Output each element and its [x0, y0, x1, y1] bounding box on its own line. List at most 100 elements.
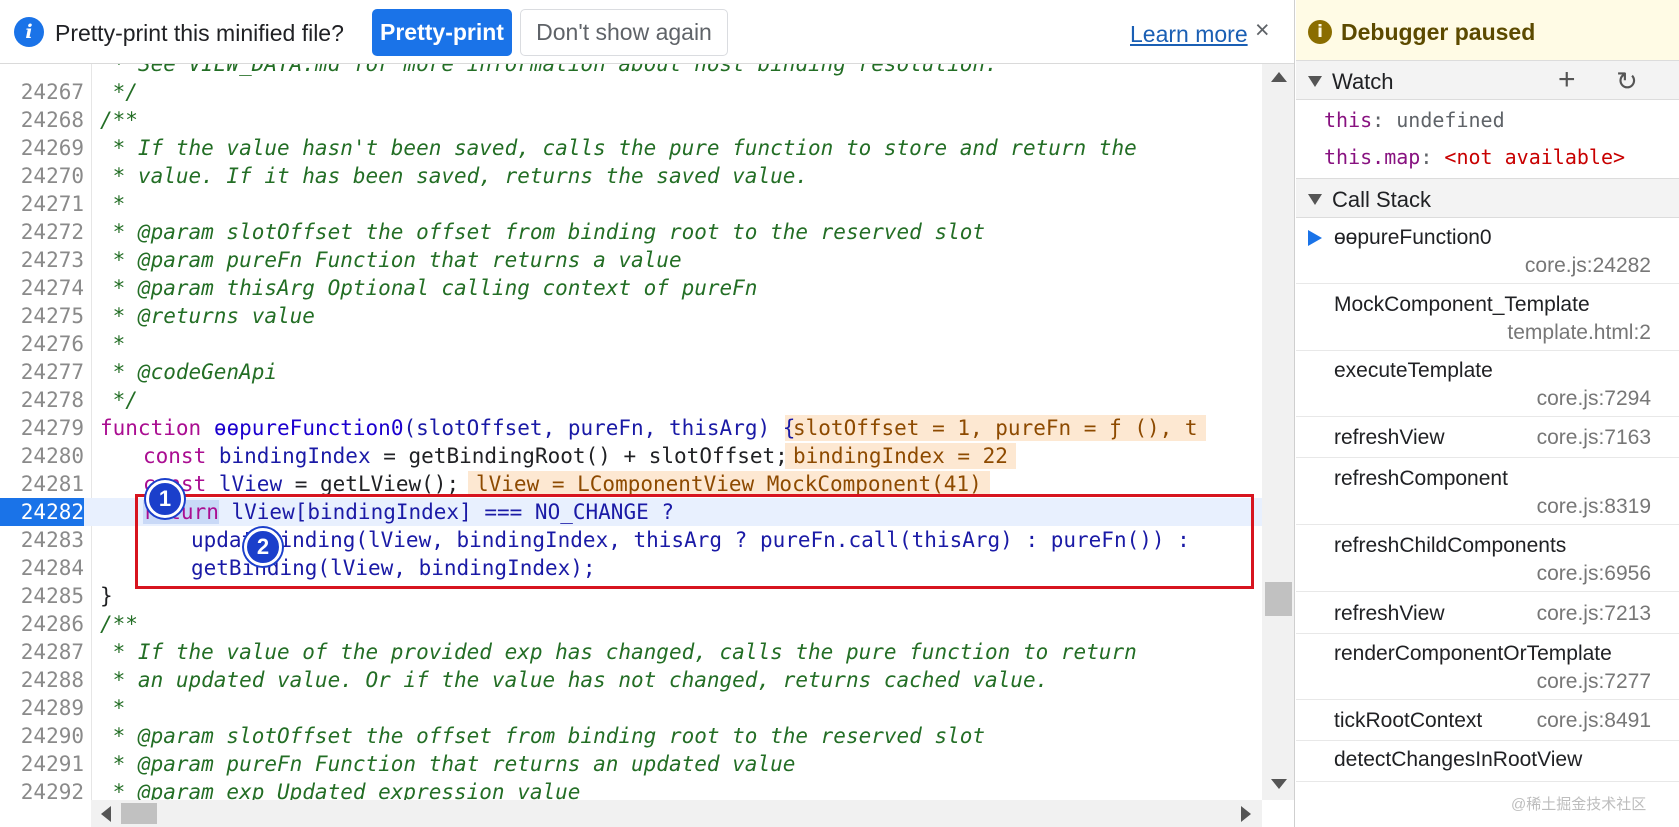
frame-function-name: refreshView: [1334, 602, 1445, 625]
frame-function-name: detectChangesInRootView: [1334, 748, 1583, 771]
vertical-scroll-thumb[interactable]: [1265, 582, 1292, 616]
code-line: 24289 *: [0, 694, 1262, 722]
scroll-up-icon[interactable]: [1271, 72, 1287, 82]
line-number[interactable]: 24276: [0, 330, 84, 358]
line-number[interactable]: 24273: [0, 246, 84, 274]
line-number[interactable]: 24271: [0, 190, 84, 218]
line-number[interactable]: 24274: [0, 274, 84, 302]
line-number[interactable]: 24283: [0, 526, 84, 554]
current-frame-arrow-icon: [1308, 230, 1322, 246]
frame-location[interactable]: core.js:7163: [1537, 426, 1651, 450]
line-number[interactable]: 24289: [0, 694, 84, 722]
line-number[interactable]: 24281: [0, 470, 84, 498]
code-token: bindingIndex: [218, 444, 371, 468]
line-number[interactable]: 24280: [0, 442, 84, 470]
frame-location[interactable]: core.js:7294: [1537, 387, 1651, 411]
code-editor[interactable]: * See VIEW_DATA.md for more information …: [0, 64, 1262, 800]
expand-triangle-icon[interactable]: [1308, 76, 1322, 87]
code-line: 24280 bindingIndex = 22 const bindingIndex…: [0, 442, 1262, 470]
call-stack-frame[interactable]: ɵɵpureFunction0 core.js:24282: [1296, 220, 1679, 284]
line-number[interactable]: 24270: [0, 162, 84, 190]
vertical-scrollbar[interactable]: [1262, 64, 1294, 800]
code-text: * an updated value. Or if the value has …: [100, 668, 1049, 692]
line-number[interactable]: 24278: [0, 386, 84, 414]
code-text: * @returns value: [100, 304, 315, 328]
watch-item[interactable]: this: undefined: [1324, 108, 1505, 132]
debugger-paused-banner: i Debugger paused: [1296, 0, 1679, 64]
line-number[interactable]: 24269: [0, 134, 84, 162]
code-text: *: [100, 696, 126, 720]
code-token: = getBindingRoot() + slotOffset;: [370, 444, 788, 468]
call-stack-frame[interactable]: MockComponent_Template template.html:2: [1296, 287, 1679, 351]
code-line: 24273 * @param pureFn Function that retu…: [0, 246, 1262, 274]
call-stack-frame[interactable]: renderComponentOrTemplate core.js:7277: [1296, 636, 1679, 700]
code-text: /**: [100, 108, 138, 132]
call-stack-frame[interactable]: refreshChildComponents core.js:6956: [1296, 528, 1679, 592]
watermark: @稀土掘金技术社区: [1511, 796, 1647, 813]
add-watch-icon[interactable]: +: [1558, 63, 1576, 97]
code-line: 24275 * @returns value: [0, 302, 1262, 330]
line-number[interactable]: 24292: [0, 778, 84, 800]
learn-more-link[interactable]: Learn more: [1130, 21, 1248, 48]
call-stack-title: Call Stack: [1332, 187, 1432, 212]
line-number[interactable]: 24291: [0, 750, 84, 778]
close-icon[interactable]: ×: [1255, 16, 1270, 45]
frame-location[interactable]: core.js:6956: [1537, 562, 1651, 586]
call-stack-frame[interactable]: executeTemplate core.js:7294: [1296, 353, 1679, 417]
scroll-down-icon[interactable]: [1271, 779, 1287, 789]
line-number[interactable]: 24288: [0, 666, 84, 694]
watch-section-header[interactable]: Watch + ↻: [1296, 60, 1679, 100]
code-text: * @param pureFn Function that returns a …: [100, 248, 682, 272]
refresh-watch-icon[interactable]: ↻: [1616, 66, 1638, 97]
horizontal-scrollbar[interactable]: [91, 800, 1262, 827]
scroll-right-icon[interactable]: [1241, 806, 1251, 822]
code-text: /**: [100, 612, 138, 636]
frame-location[interactable]: core.js:7277: [1537, 670, 1651, 694]
code-text: *: [100, 332, 126, 356]
frame-location[interactable]: core.js:8491: [1537, 709, 1651, 733]
line-number[interactable]: 24279: [0, 414, 84, 442]
call-stack-frame[interactable]: refreshView core.js:7213: [1296, 596, 1679, 634]
horizontal-scroll-thumb[interactable]: [121, 803, 157, 824]
line-number[interactable]: 24277: [0, 358, 84, 386]
infobar-message: Pretty-print this minified file?: [55, 20, 344, 46]
call-stack-frame[interactable]: tickRootContext core.js:8491: [1296, 703, 1679, 741]
line-number[interactable]: 24282: [0, 498, 84, 526]
code-line: 24270 * value. If it has been saved, ret…: [0, 162, 1262, 190]
code-line: 24286 /**: [0, 610, 1262, 638]
code-line: 24274 * @param thisArg Optional calling …: [0, 274, 1262, 302]
call-stack-frame[interactable]: refreshComponent core.js:8319: [1296, 461, 1679, 525]
call-stack-frame[interactable]: refreshView core.js:7163: [1296, 420, 1679, 458]
frame-function-name: ɵɵpureFunction0: [1334, 226, 1492, 249]
line-number[interactable]: 24275: [0, 302, 84, 330]
line-number[interactable]: 24290: [0, 722, 84, 750]
line-number[interactable]: 24268: [0, 106, 84, 134]
line-number[interactable]: 24267: [0, 78, 84, 106]
call-stack-section-header[interactable]: Call Stack: [1296, 178, 1679, 218]
watch-item[interactable]: this.map: <not available>: [1324, 145, 1625, 169]
watch-title: Watch: [1332, 69, 1394, 94]
code-line: 24269 * If the value hasn't been saved, …: [0, 134, 1262, 162]
annotation-marker-1: 1: [146, 480, 184, 518]
code-line: 24277 * @codeGenApi: [0, 358, 1262, 386]
line-number[interactable]: 24272: [0, 218, 84, 246]
frame-location[interactable]: template.html:2: [1507, 321, 1651, 345]
line-number[interactable]: 24286: [0, 610, 84, 638]
frame-location[interactable]: core.js:7213: [1537, 602, 1651, 626]
code-token: lView: [218, 472, 283, 496]
inline-value: slotOffset = 1, pureFn = ƒ (), t: [785, 415, 1206, 441]
frame-location[interactable]: core.js:24282: [1525, 254, 1651, 278]
pretty-print-button[interactable]: Pretty-print: [372, 9, 512, 56]
code-line: 24292 * @param exp Updated expression va…: [0, 778, 1262, 800]
line-number[interactable]: 24287: [0, 638, 84, 666]
scroll-left-icon[interactable]: [101, 806, 111, 822]
frame-location[interactable]: core.js:8319: [1537, 495, 1651, 519]
dont-show-again-button[interactable]: Don't show again: [520, 9, 728, 56]
call-stack-frame[interactable]: detectChangesInRootView: [1296, 742, 1679, 782]
code-text: const bindingIndex = getBindingRoot() + …: [143, 442, 788, 470]
line-number[interactable]: 24285: [0, 582, 84, 610]
line-number[interactable]: 24284: [0, 554, 84, 582]
highlight-box: [135, 494, 1254, 589]
code-text: * @param slotOffset the offset from bind…: [100, 724, 986, 748]
expand-triangle-icon[interactable]: [1308, 194, 1322, 205]
